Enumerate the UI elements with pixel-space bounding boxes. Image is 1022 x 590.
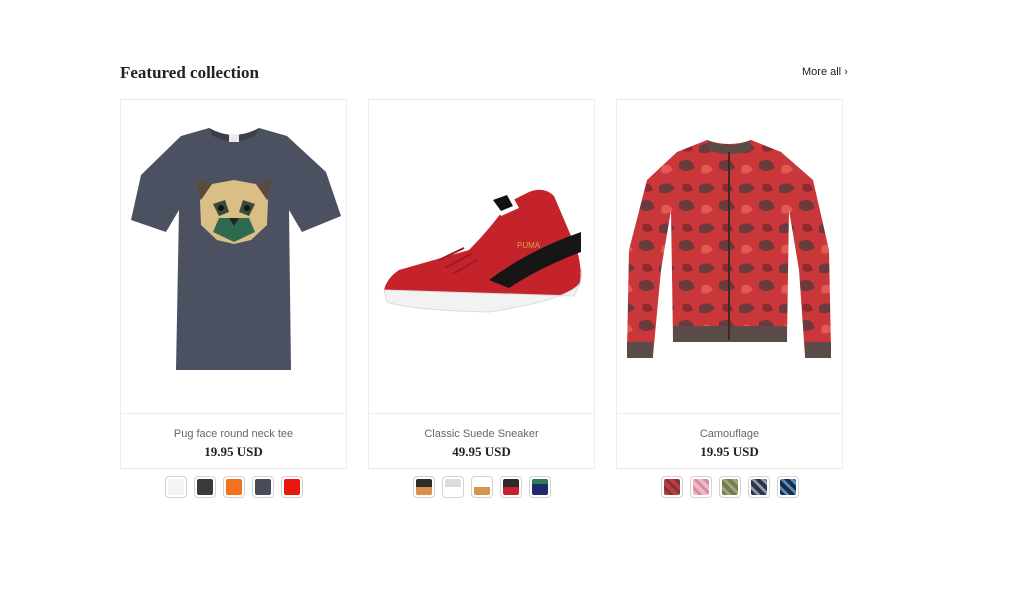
swatch-navy-camo[interactable] (747, 476, 770, 498)
product-name[interactable]: Pug face round neck tee (121, 428, 346, 440)
swatch-grey-white[interactable] (441, 476, 464, 498)
swatch-black[interactable] (193, 476, 216, 498)
color-swatches (616, 476, 843, 498)
pug-tshirt-image (131, 128, 341, 370)
product-image-link[interactable] (617, 100, 842, 413)
swatch-white[interactable] (164, 476, 187, 498)
swatch-green-navy[interactable] (528, 476, 551, 498)
svg-text:PUMA: PUMA (517, 241, 541, 250)
product-name[interactable]: Camouflage (617, 428, 842, 440)
swatch-white-tan[interactable] (470, 476, 493, 498)
product-card[interactable]: Pug face round neck tee 19.95 USD (120, 99, 347, 469)
red-sneaker-image: PUMA (383, 189, 583, 313)
product-image-link[interactable] (121, 100, 346, 413)
swatch-black-tan[interactable] (412, 476, 435, 498)
product-card[interactable]: PUMA Classic Suede Sneaker 49.95 USD (368, 99, 595, 469)
product-price: 19.95 USD (700, 444, 759, 459)
more-all-link[interactable]: More all › (802, 66, 848, 78)
product-price: 49.95 USD (452, 444, 511, 459)
swatch-red[interactable] (280, 476, 303, 498)
swatch-blue-camo[interactable] (776, 476, 799, 498)
camo-jacket-image (627, 140, 831, 358)
product-card[interactable]: Camouflage 19.95 USD (616, 99, 843, 469)
swatch-green-camo[interactable] (718, 476, 741, 498)
product-price: 19.95 USD (204, 444, 263, 459)
product-name[interactable]: Classic Suede Sneaker (369, 428, 594, 440)
product-image-link[interactable]: PUMA (369, 100, 594, 413)
swatch-red-camo[interactable] (660, 476, 683, 498)
swatch-charcoal[interactable] (251, 476, 274, 498)
color-swatches (368, 476, 595, 498)
swatch-pink-camo[interactable] (689, 476, 712, 498)
section-title: Featured collection (120, 63, 259, 82)
swatch-orange[interactable] (222, 476, 245, 498)
swatch-black-red[interactable] (499, 476, 522, 498)
color-swatches (120, 476, 347, 498)
